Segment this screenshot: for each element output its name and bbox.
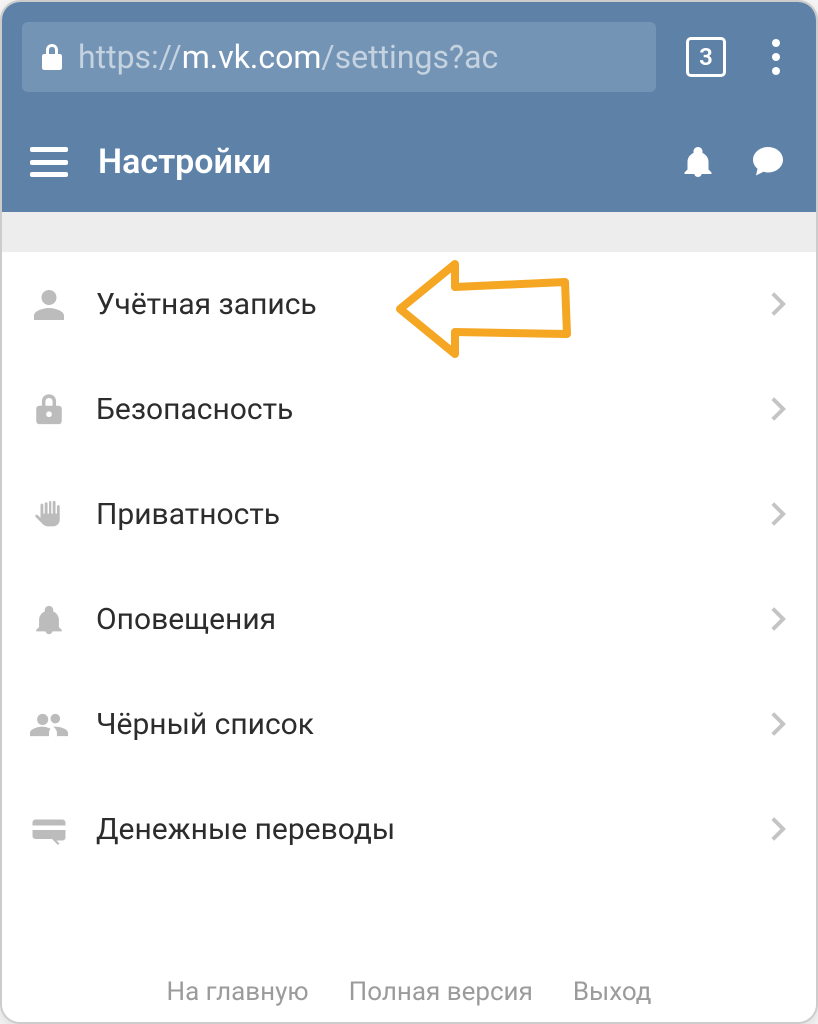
settings-item-security[interactable]: Безопасность xyxy=(2,357,816,462)
url-bar[interactable]: https://m.vk.com/settings?ac xyxy=(22,22,656,92)
footer-logout-link[interactable]: Выход xyxy=(573,977,652,1007)
messages-button[interactable] xyxy=(748,142,788,182)
lock-icon xyxy=(30,391,68,429)
chevron-right-icon xyxy=(770,816,788,844)
item-label: Безопасность xyxy=(96,392,742,427)
chevron-right-icon xyxy=(770,291,788,319)
footer-full-version-link[interactable]: Полная версия xyxy=(349,977,533,1007)
hamburger-menu[interactable] xyxy=(30,147,68,177)
content-area: Учётная запись Безопасность xyxy=(2,212,816,1022)
item-label: Денежные переводы xyxy=(96,812,742,847)
item-label: Оповещения xyxy=(96,602,742,637)
settings-item-account[interactable]: Учётная запись xyxy=(2,252,816,357)
chevron-right-icon xyxy=(770,396,788,424)
hand-icon xyxy=(30,496,68,534)
page-title: Настройки xyxy=(98,142,648,182)
footer-home-link[interactable]: На главную xyxy=(167,977,309,1007)
settings-item-privacy[interactable]: Приватность xyxy=(2,462,816,567)
card-icon xyxy=(30,811,68,849)
browser-chrome: https://m.vk.com/settings?ac 3 xyxy=(2,2,816,112)
chat-icon xyxy=(750,144,786,180)
item-label: Приватность xyxy=(96,497,742,532)
lock-icon xyxy=(40,44,64,70)
chevron-right-icon xyxy=(770,606,788,634)
settings-item-notifications[interactable]: Оповещения xyxy=(2,567,816,672)
item-label: Чёрный список xyxy=(96,707,742,742)
people-icon xyxy=(30,706,68,744)
settings-list: Учётная запись Безопасность xyxy=(2,252,816,947)
person-icon xyxy=(30,286,68,324)
settings-item-transfers[interactable]: Денежные переводы xyxy=(2,777,816,882)
bell-icon xyxy=(30,601,68,639)
browser-overflow-menu[interactable] xyxy=(756,37,796,77)
tab-count-button[interactable]: 3 xyxy=(686,37,726,77)
app-header: Настройки xyxy=(2,112,816,212)
chevron-right-icon xyxy=(770,711,788,739)
notifications-button[interactable] xyxy=(678,142,718,182)
chevron-right-icon xyxy=(770,501,788,529)
footer: На главную Полная версия Выход xyxy=(2,947,816,1022)
settings-item-blacklist[interactable]: Чёрный список xyxy=(2,672,816,777)
bell-icon xyxy=(680,144,716,180)
url-text: https://m.vk.com/settings?ac xyxy=(78,38,498,76)
item-label: Учётная запись xyxy=(96,287,742,322)
tab-count-value: 3 xyxy=(699,43,713,71)
